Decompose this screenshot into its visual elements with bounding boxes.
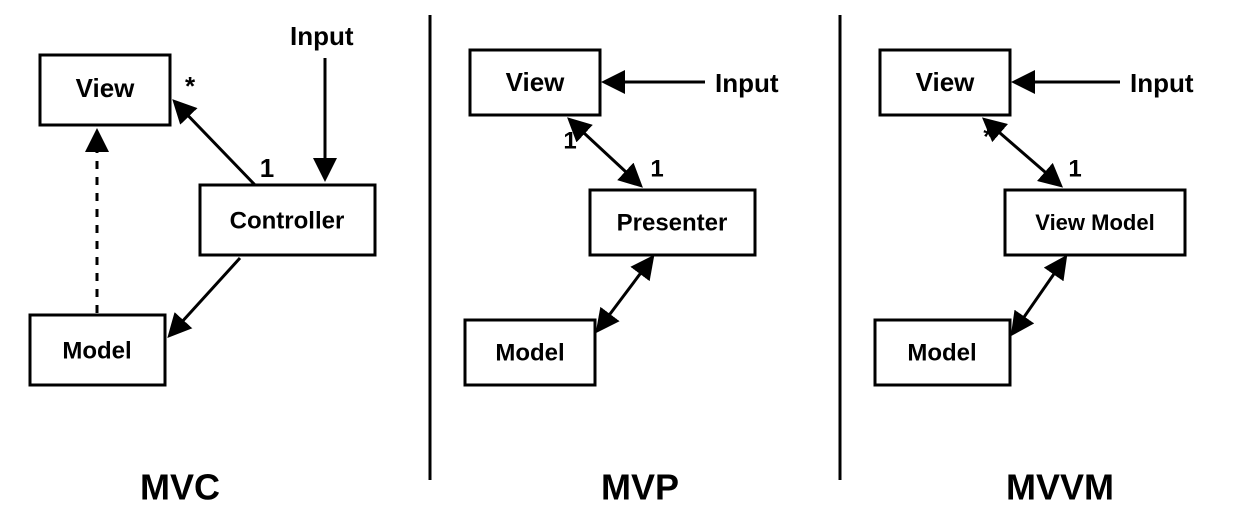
mvp-presenter-label: Presenter: [617, 209, 728, 236]
mvp-title: MVP: [601, 467, 679, 508]
mvp-arrow-view-presenter: [570, 120, 640, 185]
mvvm-view-label: View: [916, 67, 976, 97]
mvvm-arrow-view-viewmodel: [985, 120, 1060, 185]
mvc-panel: View Controller Model Input * 1 MVC: [30, 21, 375, 508]
mvvm-model-label: Model: [907, 339, 976, 366]
mvc-model-label: Model: [62, 337, 131, 364]
mvvm-multiplicity-view: *: [983, 123, 993, 150]
mvp-model-label: Model: [495, 339, 564, 366]
mvp-arrow-presenter-model: [598, 258, 652, 330]
mvp-view-label: View: [506, 67, 566, 97]
mvvm-title: MVVM: [1006, 467, 1114, 508]
mvp-input-label: Input: [715, 68, 779, 98]
mvp-multiplicity-presenter: 1: [650, 155, 663, 182]
mvc-controller-label: Controller: [230, 207, 345, 234]
mvp-panel: View Presenter Model Input 1 1 MVP: [465, 50, 779, 508]
mvc-multiplicity-view: *: [185, 71, 196, 101]
mvvm-input-label: Input: [1130, 68, 1194, 98]
mvc-input-label: Input: [290, 21, 354, 51]
mvp-multiplicity-view: 1: [563, 127, 576, 154]
mvc-view-label: View: [76, 73, 136, 103]
patterns-diagram: View Controller Model Input * 1 MVC View…: [0, 0, 1252, 532]
mvc-arrow-controller-model: [170, 258, 240, 335]
mvvm-viewmodel-label: View Model: [1035, 210, 1154, 235]
mvc-title: MVC: [140, 467, 220, 508]
mvvm-panel: View View Model Model Input * 1 MVVM: [875, 50, 1194, 508]
mvvm-arrow-viewmodel-model: [1013, 258, 1065, 333]
mvvm-multiplicity-viewmodel: 1: [1068, 155, 1081, 182]
mvc-multiplicity-controller: 1: [260, 153, 274, 183]
mvc-arrow-controller-view: [175, 102, 255, 185]
